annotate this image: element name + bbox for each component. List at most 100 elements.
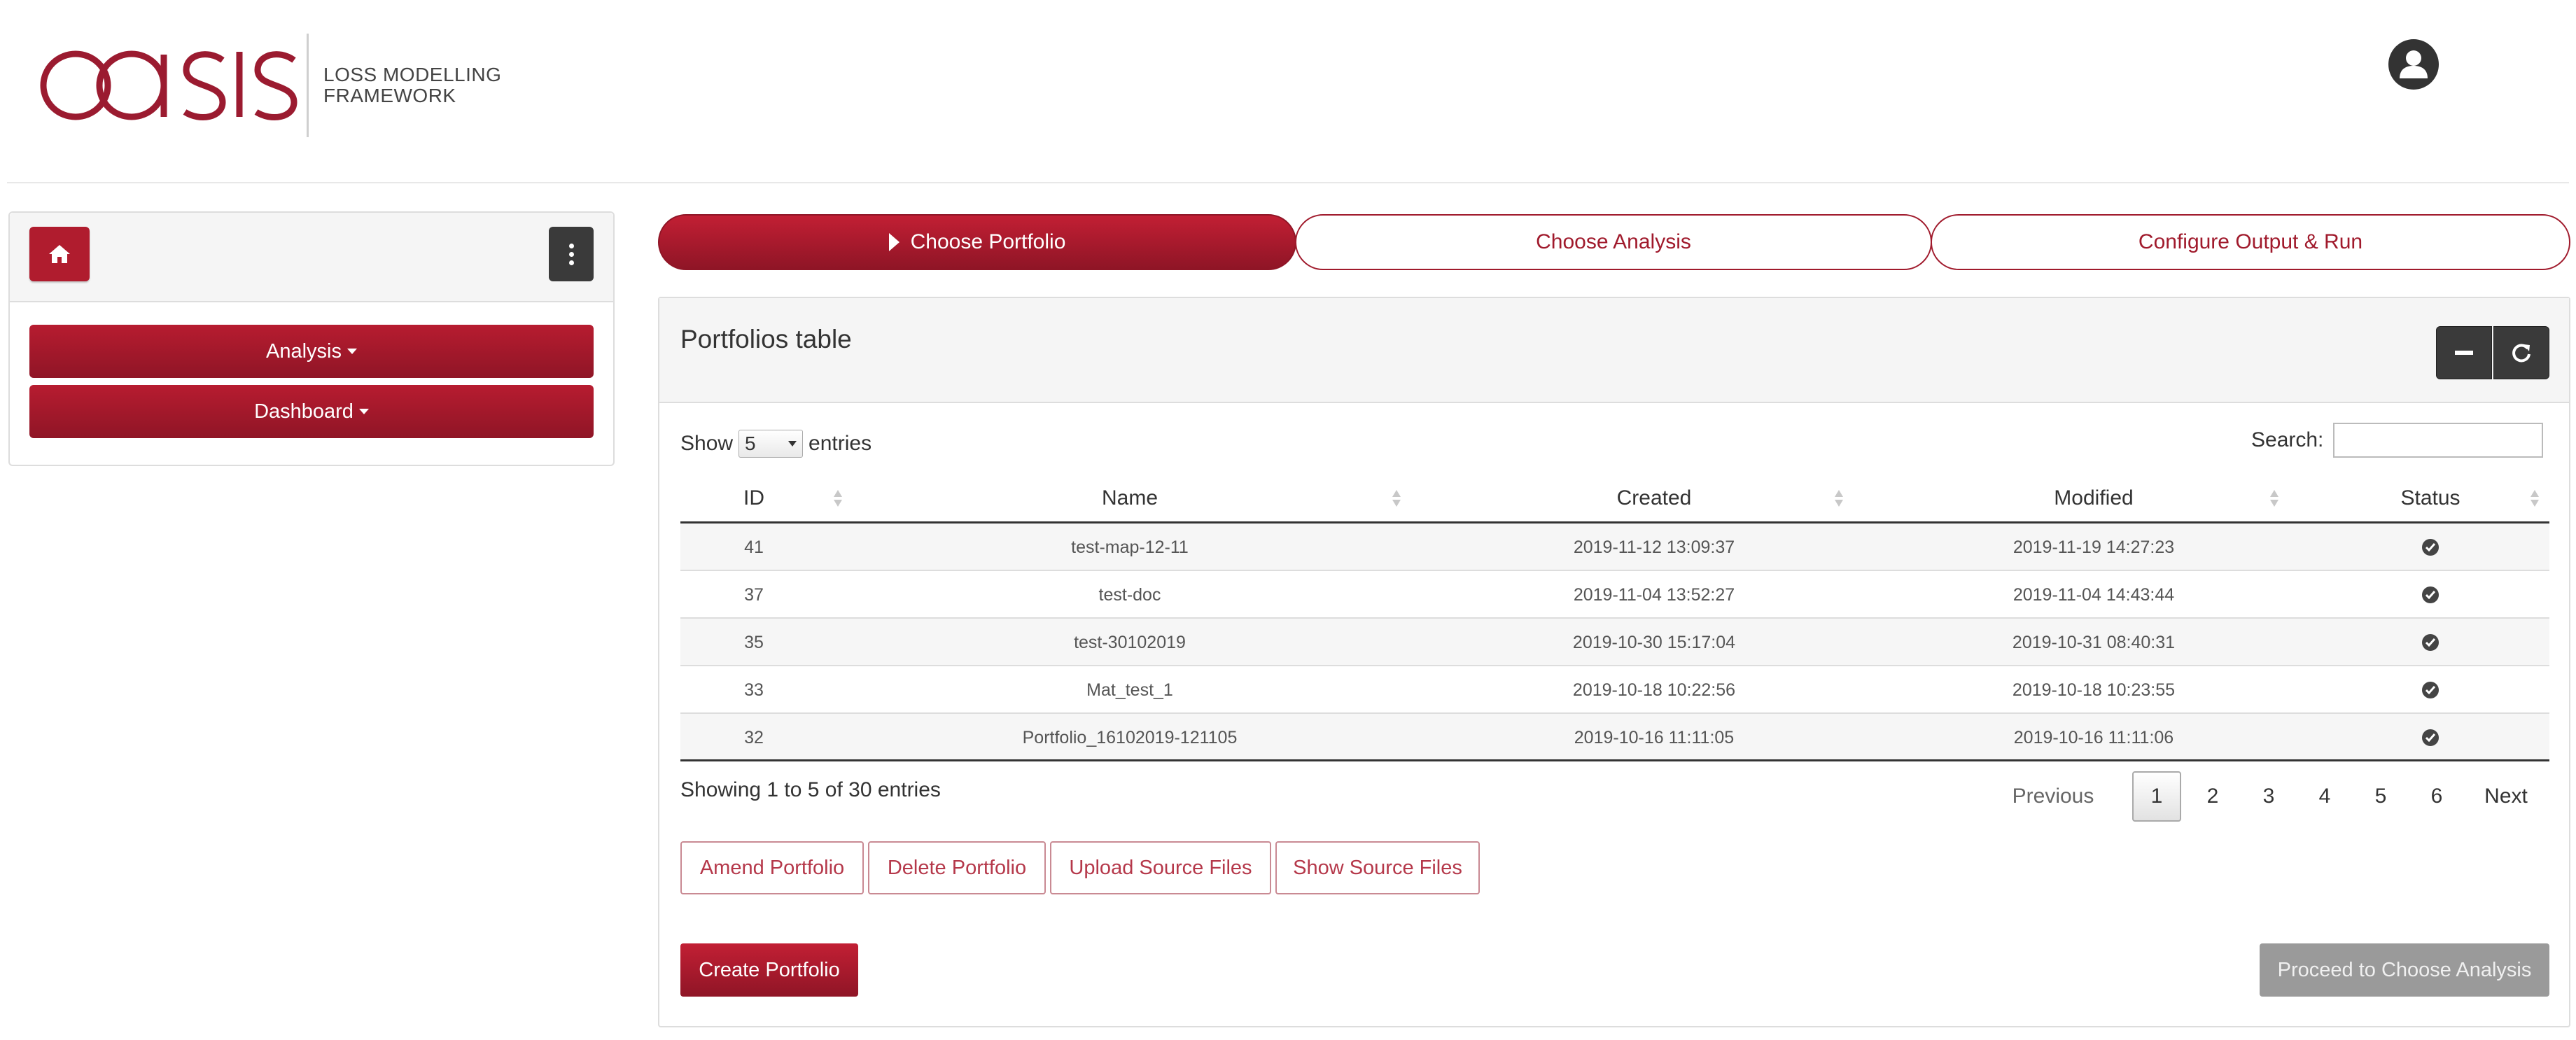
entries-label: entries (808, 432, 872, 455)
column-header-modified[interactable]: Modified (1876, 473, 2311, 523)
panel-title: Portfolios table (680, 325, 852, 353)
panel-header: Portfolios table (659, 298, 2569, 403)
cell-status (2311, 571, 2549, 619)
table-info: Showing 1 to 5 of 30 entries (680, 778, 941, 801)
sidebar: Analysis Dashboard (8, 211, 615, 466)
pagination-page-6[interactable]: 6 (2412, 771, 2461, 822)
cell-name: test-map-12-11 (1071, 537, 1189, 557)
pagination-page-5[interactable]: 5 (2356, 771, 2405, 822)
step-configure-output-run[interactable]: Configure Output & Run (1931, 214, 2570, 270)
show-source-files-button[interactable]: Show Source Files (1275, 841, 1480, 894)
column-header-status[interactable]: Status (2311, 473, 2549, 523)
pagination-previous[interactable]: Previous (2009, 771, 2097, 822)
cell-name: Portfolio_16102019-121105 (1022, 727, 1238, 747)
portfolios-table: ID Name Created Modified Status 41 test-… (680, 473, 2549, 761)
sidebar-item-label: Dashboard (254, 400, 354, 423)
cell-name: test-30102019 (1074, 632, 1186, 652)
cell-id: 33 (744, 680, 764, 700)
sort-icon (1835, 490, 1843, 507)
sidebar-item-analysis[interactable]: Analysis (29, 325, 594, 378)
pagination-page-3[interactable]: 3 (2244, 771, 2293, 822)
column-header-label: Created (1616, 486, 1692, 510)
home-button[interactable] (29, 227, 90, 281)
cell-id: 35 (744, 632, 764, 652)
entries-select[interactable]: 5 (738, 430, 804, 458)
logo-tagline: LOSS MODELLING FRAMEWORK (323, 64, 501, 106)
cell-modified: 2019-10-31 08:40:31 (2012, 632, 2176, 652)
tagline-line-1: LOSS MODELLING (323, 64, 502, 85)
column-header-created[interactable]: Created (1432, 473, 1876, 523)
upload-source-files-button[interactable]: Upload Source Files (1050, 841, 1271, 894)
column-header-label: Name (1101, 486, 1158, 510)
home-icon (49, 245, 70, 263)
chevron-down-icon (788, 441, 797, 447)
cell-created: 2019-10-30 15:17:04 (1572, 632, 1736, 652)
pagination-page-1[interactable]: 1 (2132, 771, 2181, 822)
sidebar-item-label: Analysis (266, 339, 342, 363)
ellipsis-vertical-icon (568, 243, 574, 248)
cell-modified: 2019-11-19 14:27:23 (2012, 537, 2175, 557)
cell-created: 2019-10-18 10:22:56 (1572, 680, 1736, 700)
caret-down-icon (347, 349, 357, 354)
sidebar-header (10, 213, 613, 302)
pagination-page-4[interactable]: 4 (2300, 771, 2349, 822)
proceed-to-choose-analysis-button[interactable]: Proceed to Choose Analysis (2260, 943, 2549, 997)
cell-id: 37 (744, 584, 764, 605)
cell-created: 2019-11-12 13:09:37 (1573, 537, 1735, 557)
cell-name: Mat_test_1 (1086, 680, 1173, 700)
ellipsis-dot (568, 251, 574, 257)
collapse-button[interactable] (2436, 326, 2492, 379)
check-circle-icon (2422, 586, 2439, 603)
table-row[interactable]: 33 Mat_test_1 2019-10-18 10:22:56 2019-1… (680, 666, 2549, 714)
table-header: ID Name Created Modified Status (680, 473, 2549, 523)
cell-modified: 2019-10-18 10:23:55 (2012, 680, 2176, 700)
check-circle-icon (2422, 634, 2439, 651)
check-circle-icon (2422, 682, 2439, 698)
create-portfolio-button[interactable]: Create Portfolio (680, 943, 858, 997)
step-label: Choose Portfolio (910, 230, 1066, 253)
cell-status (2311, 714, 2549, 761)
sort-icon (1392, 490, 1401, 507)
cell-id: 41 (744, 537, 764, 557)
column-header-id[interactable]: ID (680, 473, 827, 523)
sidebar-item-dashboard[interactable]: Dashboard (29, 385, 594, 438)
logo-divider (307, 34, 309, 137)
cell-modified: 2019-11-04 14:43:44 (2012, 584, 2175, 605)
step-label: Configure Output & Run (2138, 230, 2363, 253)
cell-id: 32 (744, 727, 764, 747)
table-row[interactable]: 32 Portfolio_16102019-121105 2019-10-16 … (680, 714, 2549, 761)
cell-name: test-doc (1098, 584, 1161, 605)
table-row[interactable]: 41 test-map-12-11 2019-11-12 13:09:37 20… (680, 523, 2549, 571)
column-header-label: Status (2400, 486, 2460, 510)
pagination-next[interactable]: Next (2474, 771, 2538, 822)
play-icon (888, 233, 899, 251)
minus-icon (2455, 351, 2473, 355)
column-header-label: Modified (2054, 486, 2134, 510)
amend-portfolio-button[interactable]: Amend Portfolio (680, 841, 864, 894)
check-circle-icon (2422, 539, 2439, 556)
header-divider (7, 182, 2569, 183)
sidebar-menu-button[interactable] (549, 227, 594, 281)
oasis-logo (39, 45, 298, 126)
table-row[interactable]: 37 test-doc 2019-11-04 13:52:27 2019-11-… (680, 571, 2549, 619)
cell-status (2311, 523, 2549, 571)
search-input[interactable] (2333, 423, 2544, 458)
oasis-wordmark (40, 50, 298, 120)
delete-portfolio-button[interactable]: Delete Portfolio (868, 841, 1046, 894)
step-label: Choose Analysis (1536, 230, 1691, 253)
app-header: LOSS MODELLING FRAMEWORK (0, 0, 2576, 183)
table-search: Search: (2251, 423, 2544, 458)
step-choose-portfolio[interactable]: Choose Portfolio (658, 214, 1296, 270)
table-row[interactable]: 35 test-30102019 2019-10-30 15:17:04 201… (680, 619, 2549, 666)
cell-status (2311, 619, 2549, 666)
user-circle-icon[interactable] (2388, 39, 2439, 90)
sort-icon (2530, 490, 2539, 507)
sort-icon (2270, 490, 2278, 507)
pagination-page-2[interactable]: 2 (2188, 771, 2237, 822)
refresh-button[interactable] (2493, 326, 2549, 379)
tagline-line-2: FRAMEWORK (323, 85, 456, 106)
column-header-name[interactable]: Name (827, 473, 1432, 523)
step-choose-analysis[interactable]: Choose Analysis (1295, 214, 1932, 270)
column-header-label: ID (743, 486, 764, 510)
portfolios-panel: Portfolios table Show 5 entries Search: … (658, 297, 2570, 1027)
